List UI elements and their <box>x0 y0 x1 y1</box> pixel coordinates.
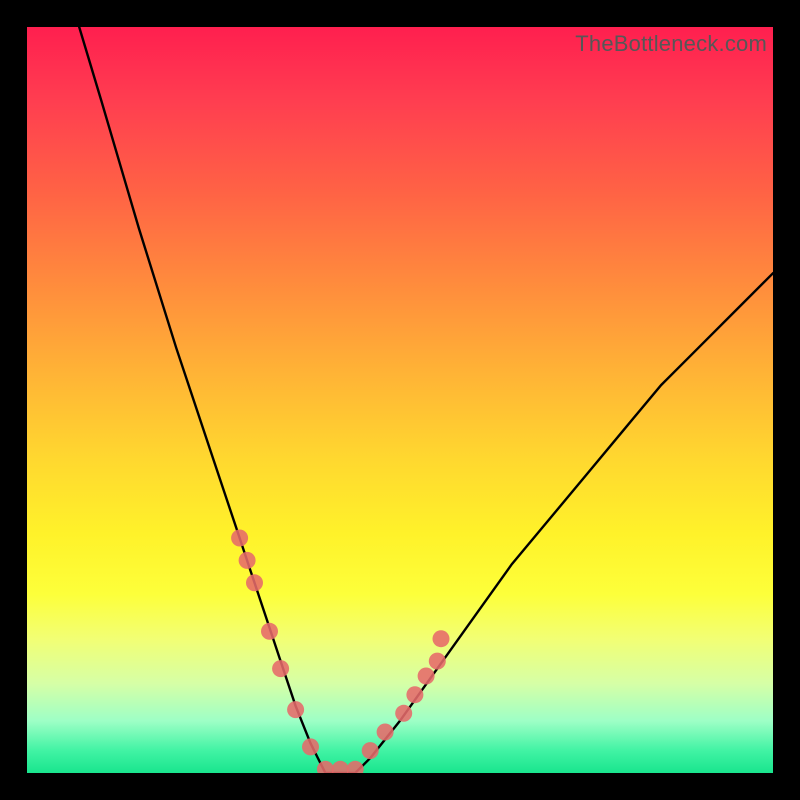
marker-point <box>239 552 256 569</box>
marker-point <box>347 761 364 773</box>
marker-point <box>287 701 304 718</box>
marker-group <box>231 530 449 774</box>
marker-point <box>433 630 450 647</box>
marker-point <box>272 660 289 677</box>
marker-point <box>246 574 263 591</box>
chart-frame: TheBottleneck.com <box>0 0 800 800</box>
marker-point <box>418 668 435 685</box>
marker-point <box>231 530 248 547</box>
marker-point <box>261 623 278 640</box>
plot-area: TheBottleneck.com <box>27 27 773 773</box>
bottleneck-curve-path <box>79 27 773 773</box>
marker-point <box>395 705 412 722</box>
marker-point <box>302 738 319 755</box>
marker-point <box>406 686 423 703</box>
marker-point <box>377 724 394 741</box>
chart-overlay <box>27 27 773 773</box>
marker-point <box>362 742 379 759</box>
marker-point <box>332 761 349 773</box>
marker-point <box>429 653 446 670</box>
